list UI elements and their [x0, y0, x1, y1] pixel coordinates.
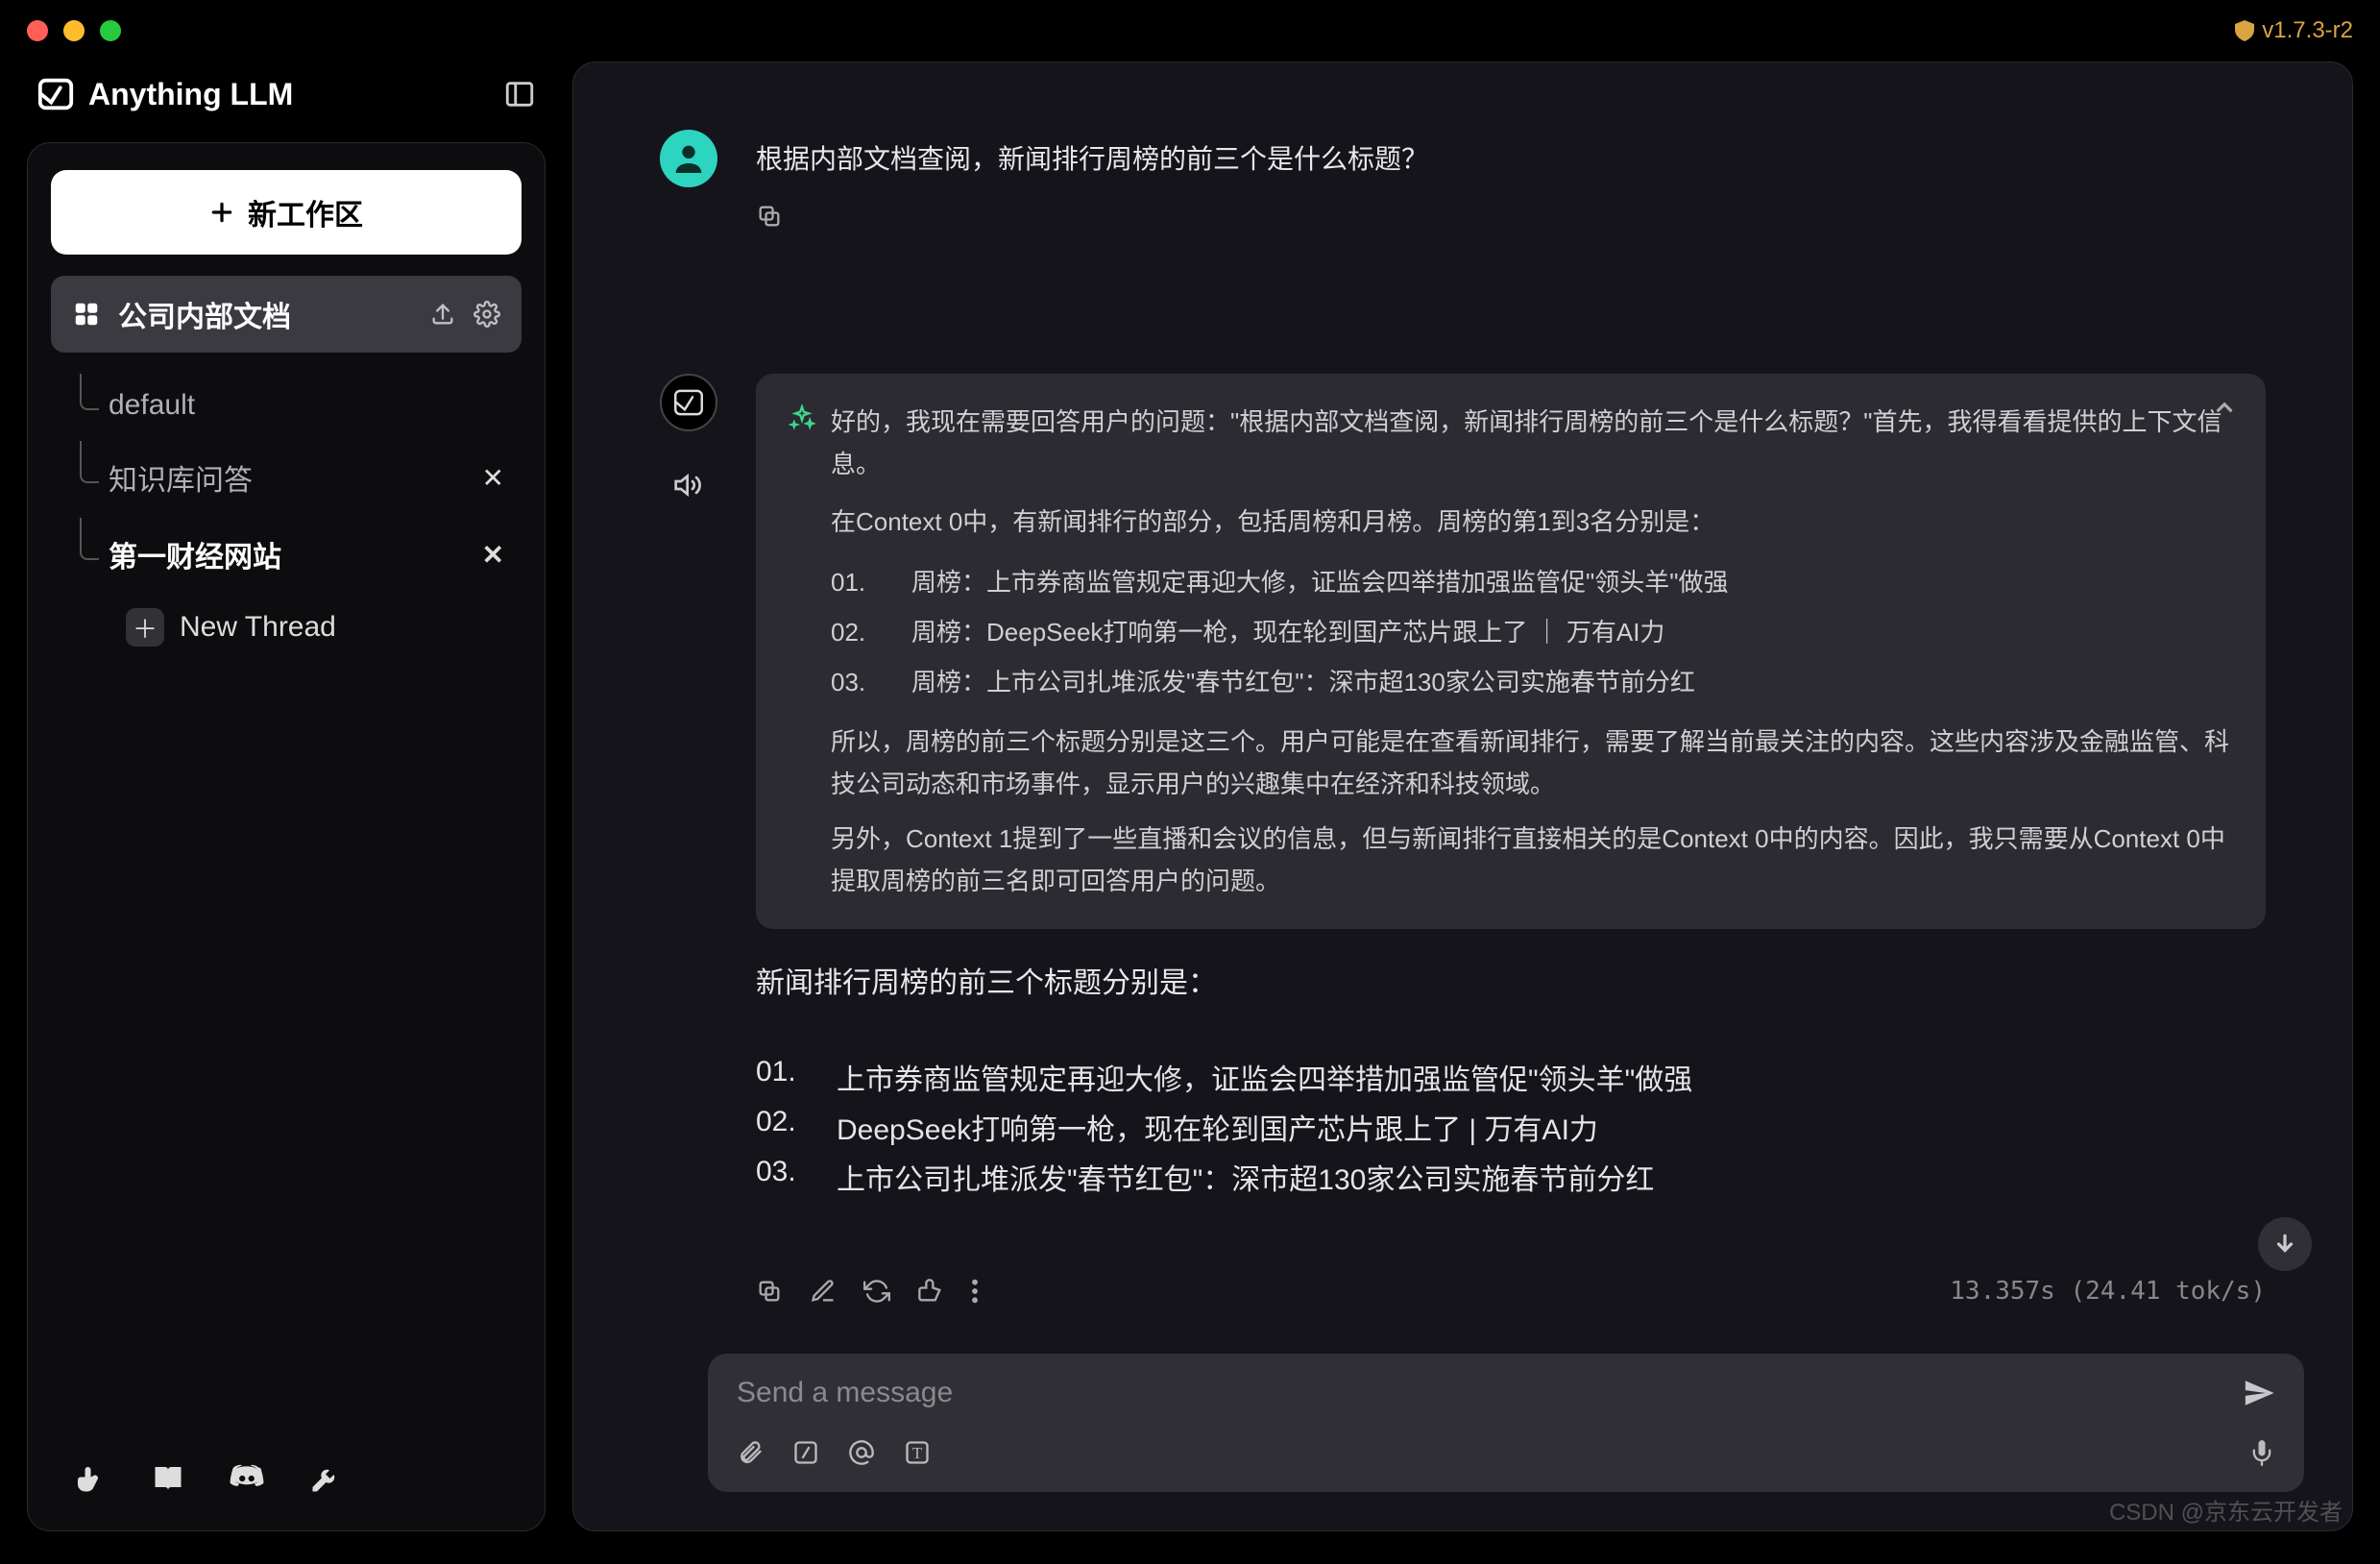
reasoning-box: 好的，我现在需要回答用户的问题："根据内部文档查阅，新闻排行周榜的前三个是什么标…	[756, 374, 2266, 929]
user-message: 根据内部文档查阅，新闻排行周榜的前三个是什么标题？	[660, 130, 2266, 230]
attachment-icon[interactable]	[737, 1439, 764, 1466]
shield-icon	[2235, 20, 2254, 41]
mention-icon[interactable]	[848, 1439, 875, 1466]
assistant-message: 好的，我现在需要回答用户的问题："根据内部文档查阅，新闻排行周榜的前三个是什么标…	[660, 374, 2266, 1306]
reasoning-list: 01.周榜：上市券商监管规定再迎大修，证监会四举措加强监管促"领头羊"做强 02…	[831, 561, 2233, 704]
discord-icon[interactable]	[226, 1457, 268, 1500]
new-workspace-label: 新工作区	[248, 191, 363, 233]
edit-icon[interactable]	[810, 1278, 837, 1305]
thread-item-default[interactable]: default	[70, 374, 522, 437]
answer-lead: 新闻排行周榜的前三个标题分别是：	[756, 958, 2266, 1010]
svg-text:T: T	[912, 1444, 922, 1462]
book-icon[interactable]	[147, 1457, 189, 1500]
user-text: 根据内部文档查阅，新闻排行周榜的前三个是什么标题？	[756, 130, 2266, 180]
copy-icon[interactable]	[756, 1278, 783, 1305]
thread-label: 知识库问答	[109, 456, 253, 499]
workspace-row[interactable]: 公司内部文档	[51, 276, 522, 353]
close-window-button[interactable]	[27, 20, 48, 41]
window-controls	[27, 20, 121, 41]
chat-panel: 根据内部文档查阅，新闻排行周榜的前三个是什么标题？	[572, 61, 2353, 1531]
logo-icon	[36, 75, 75, 113]
watermark: CSDN @京东云开发者	[2109, 1493, 2343, 1527]
more-icon[interactable]	[971, 1278, 979, 1305]
message-input[interactable]	[737, 1377, 2223, 1409]
regenerate-icon[interactable]	[863, 1278, 890, 1305]
sparkle-icon	[789, 404, 815, 431]
sidebar: Anything LLM 新工作区 公司内部文档 defa	[27, 61, 546, 1531]
answer-list: 01.上市券商监管规定再迎大修，证监会四举措加强监管促"领头羊"做强 02.De…	[756, 1056, 2266, 1198]
minimize-window-button[interactable]	[63, 20, 85, 41]
close-icon[interactable]: ✕	[482, 462, 504, 494]
speaker-icon[interactable]	[673, 470, 704, 501]
thread-label: 第一财经网站	[109, 533, 281, 575]
collapse-sidebar-icon[interactable]	[503, 78, 536, 110]
scroll-down-button[interactable]	[2258, 1217, 2312, 1271]
wrench-icon[interactable]	[304, 1457, 347, 1500]
user-avatar	[660, 130, 717, 187]
thread-item-yicai[interactable]: 第一财经网站 ✕	[70, 518, 522, 591]
thread-list: default 知识库问答 ✕ 第一财经网站 ✕ ＋ New Thread	[70, 374, 522, 660]
new-workspace-button[interactable]: 新工作区	[51, 170, 522, 255]
app-logo: Anything LLM	[36, 75, 293, 113]
microphone-icon[interactable]	[2248, 1436, 2275, 1469]
text-size-icon[interactable]: T	[904, 1439, 931, 1466]
send-icon[interactable]	[2243, 1377, 2275, 1409]
version-label: v1.7.3-r2	[2235, 17, 2353, 44]
thumbs-up-icon[interactable]	[917, 1278, 944, 1305]
close-icon[interactable]: ✕	[482, 539, 504, 571]
message-actions: 13.357s (24.41 tok/s)	[756, 1277, 2266, 1306]
gear-icon[interactable]	[474, 301, 500, 328]
plus-icon: ＋	[126, 608, 164, 647]
new-thread-button[interactable]: ＋ New Thread	[118, 595, 522, 660]
reasoning-text: 所以，周榜的前三个标题分别是这三个。用户可能是在查看新闻排行，需要了解当前最关注…	[831, 721, 2233, 805]
chevron-up-icon[interactable]	[2212, 395, 2237, 420]
maximize-window-button[interactable]	[100, 20, 121, 41]
reasoning-text: 另外，Context 1提到了一些直播和会议的信息，但与新闻排行直接相关的是Co…	[831, 818, 2233, 902]
reasoning-text: 好的，我现在需要回答用户的问题："根据内部文档查阅，新闻排行周榜的前三个是什么标…	[831, 401, 2233, 485]
upload-icon[interactable]	[429, 301, 456, 328]
generation-stats: 13.357s (24.41 tok/s)	[1950, 1277, 2266, 1306]
thread-label: default	[109, 389, 195, 422]
copy-icon[interactable]	[756, 203, 783, 230]
reasoning-text: 在Context 0中，有新闻排行的部分，包括周榜和月榜。周榜的第1到3名分别是…	[831, 501, 2233, 543]
hand-icon[interactable]	[68, 1457, 110, 1500]
thread-item-knowledge[interactable]: 知识库问答 ✕	[70, 441, 522, 514]
composer: T	[708, 1354, 2304, 1492]
grid-icon	[72, 300, 101, 329]
assistant-avatar	[660, 374, 717, 431]
app-name: Anything LLM	[88, 77, 293, 112]
titlebar: v1.7.3-r2	[0, 0, 2380, 61]
slash-command-icon[interactable]	[792, 1439, 819, 1466]
sidebar-bottom-icons	[51, 1434, 522, 1503]
chat-scroll[interactable]: 根据内部文档查阅，新闻排行周榜的前三个是什么标题？	[573, 62, 2352, 1354]
new-thread-label: New Thread	[180, 611, 336, 644]
plus-icon	[209, 200, 234, 225]
workspace-name: 公司内部文档	[118, 293, 291, 335]
